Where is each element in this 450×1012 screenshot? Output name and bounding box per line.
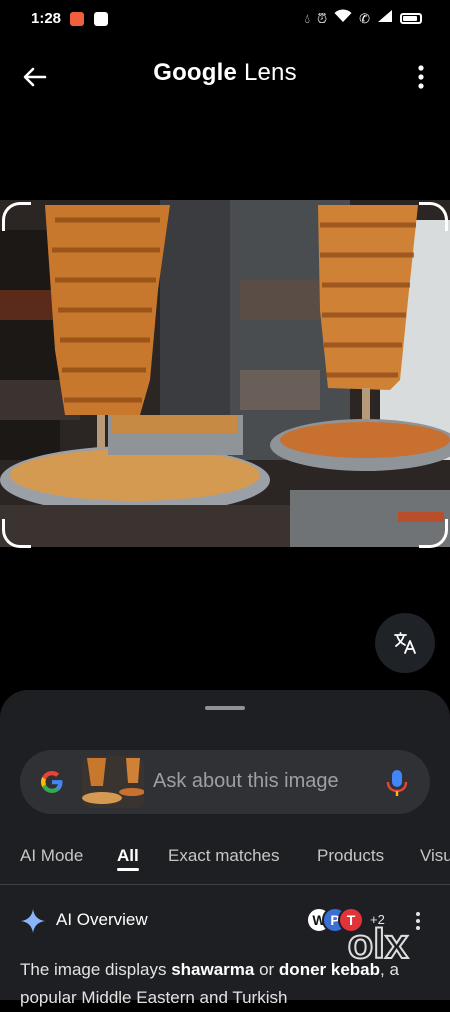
search-input[interactable]: Ask about this image: [153, 770, 339, 793]
page-title: Google Lens: [0, 59, 450, 87]
tab-all[interactable]: All: [117, 846, 139, 866]
active-tab-indicator: [117, 868, 139, 871]
translate-button[interactable]: [375, 613, 435, 673]
crop-corner[interactable]: [2, 202, 31, 231]
google-logo-icon: [41, 771, 63, 793]
olx-watermark-logo: olx: [347, 919, 410, 968]
translate-icon: [394, 632, 416, 654]
query-thumbnail[interactable]: [82, 756, 144, 808]
wifi-icon: [334, 9, 352, 28]
top-app-bar: Google Lens: [0, 44, 450, 108]
alarm-icon: ⏰︎: [316, 10, 328, 26]
notification-icon: [94, 12, 108, 26]
title-google: Google: [153, 59, 238, 86]
searched-image[interactable]: [0, 200, 450, 547]
call-icon: ✆: [359, 10, 370, 26]
text-segment: The image displays: [20, 960, 172, 979]
signal-icon: [377, 9, 393, 28]
divider: [0, 884, 450, 885]
tab-exact-matches[interactable]: Exact matches: [168, 846, 280, 866]
search-bar[interactable]: Ask about this image: [20, 750, 430, 814]
tab-visual-matches[interactable]: Visu: [420, 846, 450, 866]
text-segment: or: [254, 960, 279, 979]
mic-icon[interactable]: [386, 768, 408, 798]
title-lens: Lens: [243, 59, 297, 86]
status-time: 1:28: [31, 10, 62, 27]
drop-icon: 💧︎: [304, 10, 310, 26]
tab-products[interactable]: Products: [317, 846, 384, 866]
notification-icon: [70, 12, 84, 26]
system-icons: 💧︎ ⏰︎ ✆: [305, 9, 422, 28]
highlight-shawarma: shawarma: [171, 960, 255, 979]
tab-ai-mode[interactable]: AI Mode: [20, 846, 83, 866]
svg-text:olx: olx: [348, 920, 409, 967]
drag-handle[interactable]: [205, 706, 245, 710]
ai-overview-label: AI Overview: [56, 910, 148, 929]
more-vert-icon: [418, 65, 424, 89]
status-bar: 1:28 💧︎ ⏰︎ ✆: [0, 0, 450, 38]
more-options-button[interactable]: [414, 62, 428, 92]
ai-spark-icon: [21, 909, 45, 933]
battery-icon: [400, 13, 422, 24]
result-tabs: AI Mode All Exact matches Products Visu: [0, 840, 450, 880]
